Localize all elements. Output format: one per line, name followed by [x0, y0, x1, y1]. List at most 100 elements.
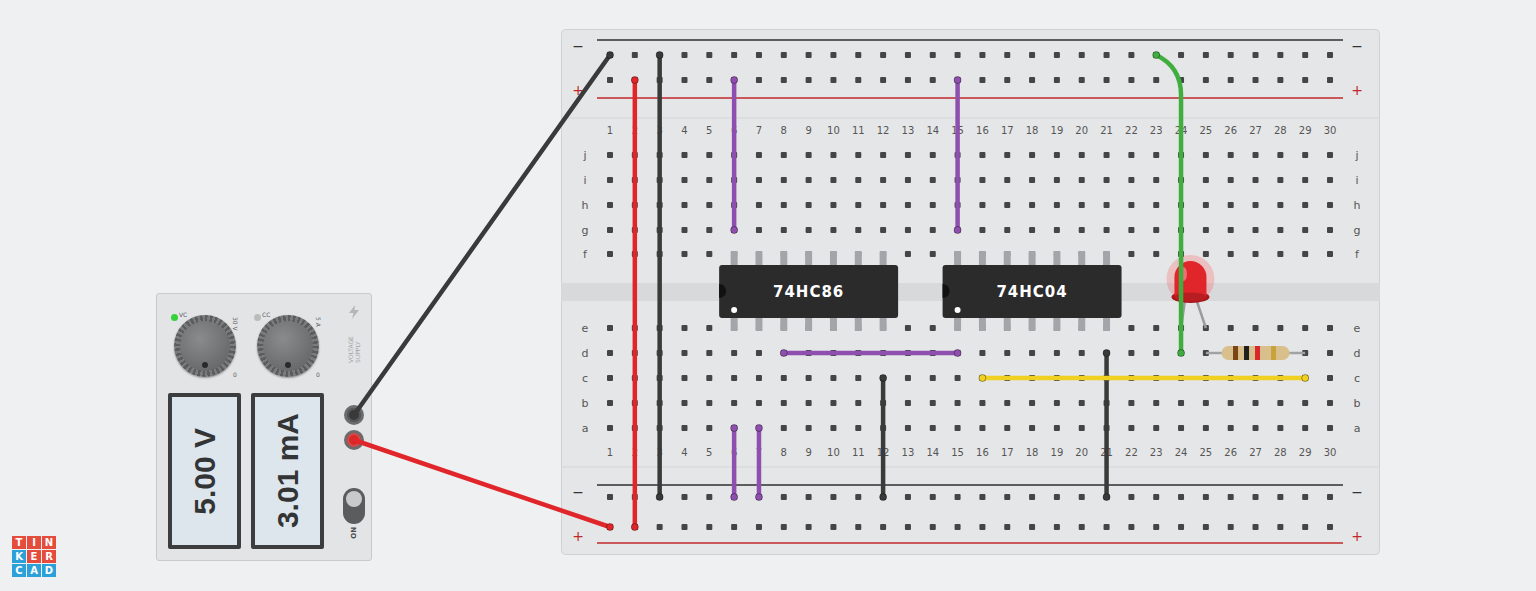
breadboard-hole — [905, 77, 911, 83]
ic-chip[interactable]: 74HC86 — [719, 251, 898, 331]
breadboard-hole — [1253, 52, 1259, 58]
breadboard-hole — [905, 227, 911, 233]
power-switch[interactable] — [343, 488, 365, 524]
breadboard-hole — [880, 227, 886, 233]
power-supply[interactable]: VC30 V05.00 VCC5 A03.01 mAVOLTAGE SUPPLY… — [156, 293, 372, 561]
wire[interactable] — [780, 350, 961, 357]
breadboard-hole — [1054, 152, 1060, 158]
breadboard-hole — [1203, 152, 1209, 158]
negative-terminal[interactable] — [344, 405, 364, 425]
wire[interactable] — [631, 77, 638, 531]
breadboard-hole — [979, 152, 985, 158]
negative-rail-line — [597, 39, 1343, 41]
breadboard-hole — [930, 375, 936, 381]
breadboard-hole — [781, 52, 787, 58]
breadboard-hole — [1277, 52, 1283, 58]
breadboard-hole — [1128, 152, 1134, 158]
breadboard-hole — [905, 375, 911, 381]
knob-min-label: 0 — [316, 371, 320, 378]
breadboard-hole — [781, 400, 787, 406]
breadboard-hole — [1029, 77, 1035, 83]
breadboard-hole — [1302, 251, 1308, 257]
adjust-knob[interactable] — [257, 315, 319, 377]
breadboard-hole — [706, 77, 712, 83]
breadboard-hole — [1054, 52, 1060, 58]
knob-max-label: 30 V — [232, 317, 239, 331]
breadboard-hole — [955, 524, 961, 530]
breadboard-hole — [706, 152, 712, 158]
breadboard-hole — [806, 152, 812, 158]
row-letter: g — [1354, 224, 1361, 237]
breadboard-hole — [1054, 177, 1060, 183]
wire[interactable] — [1103, 350, 1110, 501]
row-letter: j — [1354, 149, 1358, 162]
breadboard-hole — [806, 227, 812, 233]
rail-sign: + — [572, 528, 584, 544]
breadboard-hole — [607, 227, 613, 233]
breadboard-hole — [1104, 227, 1110, 233]
rail-sign: + — [1351, 528, 1363, 544]
ic-chip[interactable]: 74HC04 — [943, 251, 1122, 331]
breadboard-hole — [1302, 77, 1308, 83]
breadboard-hole — [1153, 350, 1159, 356]
breadboard-hole — [1228, 177, 1234, 183]
wire[interactable] — [755, 425, 762, 501]
resistor[interactable] — [1206, 346, 1305, 360]
row-letter: e — [582, 322, 589, 335]
led[interactable] — [1166, 255, 1214, 328]
breadboard-hole — [1302, 177, 1308, 183]
breadboard-hole — [880, 77, 886, 83]
breadboard-hole — [1327, 400, 1333, 406]
breadboard-hole — [781, 177, 787, 183]
breadboard-hole — [905, 494, 911, 500]
logo-letter: I — [27, 536, 41, 549]
breadboard-hole — [855, 77, 861, 83]
breadboard-hole — [930, 52, 936, 58]
wire[interactable] — [731, 77, 738, 234]
breadboard-hole — [1178, 524, 1184, 530]
wire[interactable] — [979, 375, 1309, 382]
breadboard-hole — [1029, 425, 1035, 431]
wire[interactable] — [954, 77, 961, 234]
breadboard-hole — [955, 494, 961, 500]
tinkercad-logo[interactable]: TINKERCAD — [12, 536, 56, 577]
supply-wire[interactable] — [354, 440, 614, 531]
breadboard-hole — [1327, 227, 1333, 233]
wire[interactable] — [731, 425, 738, 501]
breadboard-hole — [706, 251, 712, 257]
breadboard-hole — [681, 52, 687, 58]
breadboard-hole — [607, 77, 613, 83]
breadboard-hole — [1029, 227, 1035, 233]
breadboard-hole — [706, 524, 712, 530]
breadboard-hole — [1203, 177, 1209, 183]
breadboard-hole — [855, 152, 861, 158]
breadboard-hole — [1302, 227, 1308, 233]
breadboard-hole — [1004, 400, 1010, 406]
adjust-knob[interactable] — [174, 315, 236, 377]
wire[interactable] — [1153, 52, 1185, 357]
column-number: 11 — [852, 125, 865, 136]
breadboard-hole — [1004, 202, 1010, 208]
breadboard-hole — [607, 152, 613, 158]
breadboard-hole — [880, 494, 886, 500]
breadboard-hole — [706, 400, 712, 406]
wire[interactable] — [656, 52, 663, 501]
column-number: 13 — [902, 447, 915, 458]
breadboard-hole — [607, 425, 613, 431]
positive-terminal[interactable] — [344, 430, 364, 450]
readout-display: 5.00 V — [168, 393, 241, 549]
column-number: 15 — [951, 447, 964, 458]
breadboard-hole — [1128, 251, 1134, 257]
knob-min-label: 0 — [233, 371, 237, 378]
breadboard-hole — [681, 350, 687, 356]
breadboard-hole — [706, 325, 712, 331]
breadboard-hole — [880, 152, 886, 158]
negative-rail-line — [597, 484, 1343, 486]
wire[interactable] — [880, 375, 887, 501]
supply-wire[interactable] — [354, 52, 614, 416]
row-letter: a — [1354, 422, 1361, 435]
column-number: 5 — [706, 125, 712, 136]
breadboard-hole — [1128, 202, 1134, 208]
breadboard-hole — [905, 177, 911, 183]
breadboard[interactable]: −−++−−++11223344556677889910101111121213… — [561, 29, 1380, 555]
